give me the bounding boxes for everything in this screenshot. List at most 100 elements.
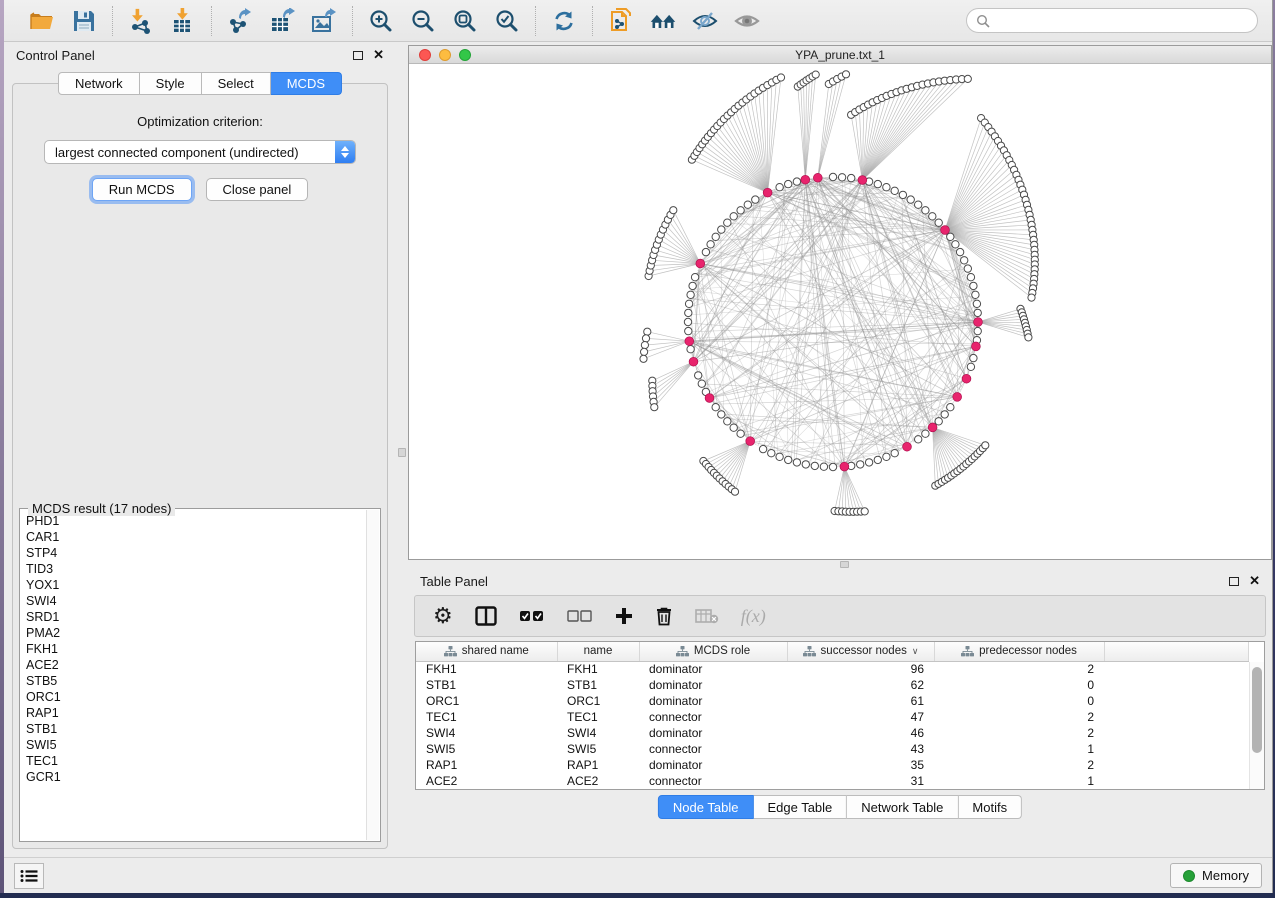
mcds-result-item[interactable]: ACE2: [26, 657, 366, 673]
table-cell[interactable]: ORC1: [557, 693, 639, 709]
table-row[interactable]: TEC1TEC1connector472: [416, 709, 1249, 725]
table-cell[interactable]: SWI5: [557, 741, 639, 757]
table-cell[interactable]: FKH1: [416, 661, 557, 677]
column-header-MCDS-role[interactable]: MCDS role: [639, 642, 787, 661]
criterion-dropdown[interactable]: largest connected component (undirected): [44, 140, 356, 164]
table-cell[interactable]: connector: [639, 789, 787, 790]
splitter-grip[interactable]: [398, 448, 406, 457]
memory-button[interactable]: Memory: [1170, 863, 1262, 888]
search-input[interactable]: [996, 14, 1248, 28]
table-cell[interactable]: dominator: [639, 725, 787, 741]
table-cell[interactable]: connector: [639, 709, 787, 725]
zoom-selected-icon[interactable]: [493, 7, 521, 35]
mcds-result-item[interactable]: STB1: [26, 721, 366, 737]
deselect-all-columns-icon[interactable]: [567, 601, 593, 631]
table-cell[interactable]: YOX1: [416, 789, 557, 790]
export-table-icon[interactable]: [268, 7, 296, 35]
mcds-result-item[interactable]: TID3: [26, 561, 366, 577]
table-cell[interactable]: TEC1: [557, 709, 639, 725]
table-cell[interactable]: SWI4: [416, 725, 557, 741]
tab-select[interactable]: Select: [202, 72, 271, 95]
hide-selected-icon[interactable]: [691, 7, 719, 35]
new-network-from-selection-icon[interactable]: [607, 7, 635, 35]
table-cell[interactable]: RAP1: [557, 757, 639, 773]
mcds-result-item[interactable]: RAP1: [26, 705, 366, 721]
mcds-result-item[interactable]: YOX1: [26, 577, 366, 593]
tab-edge-table[interactable]: Edge Table: [753, 795, 847, 819]
run-mcds-button[interactable]: Run MCDS: [92, 178, 192, 201]
apply-layout-icon[interactable]: [550, 7, 578, 35]
table-row[interactable]: FKH1FKH1dominator962: [416, 661, 1249, 677]
table-cell[interactable]: dominator: [639, 677, 787, 693]
table-cell[interactable]: connector: [639, 741, 787, 757]
table-row[interactable]: YOX1YOX1connector291: [416, 789, 1249, 790]
column-header-predecessor-nodes[interactable]: predecessor nodes: [934, 642, 1104, 661]
float-panel-icon[interactable]: [1229, 577, 1239, 586]
table-cell[interactable]: dominator: [639, 693, 787, 709]
select-all-columns-icon[interactable]: [519, 601, 545, 631]
table-cell[interactable]: FKH1: [557, 661, 639, 677]
tab-motifs[interactable]: Motifs: [958, 795, 1022, 819]
mcds-result-item[interactable]: CAR1: [26, 529, 366, 545]
tab-network-table[interactable]: Network Table: [847, 795, 958, 819]
mcds-result-item[interactable]: GCR1: [26, 769, 366, 785]
table-cell[interactable]: 1: [934, 773, 1104, 789]
show-columns-icon[interactable]: [475, 601, 497, 631]
tab-mcds[interactable]: MCDS: [271, 72, 342, 95]
table-cell[interactable]: 2: [934, 709, 1104, 725]
table-row[interactable]: RAP1RAP1dominator352: [416, 757, 1249, 773]
table-cell[interactable]: 31: [787, 773, 934, 789]
mcds-result-scrollbar[interactable]: [366, 510, 379, 840]
mcds-result-item[interactable]: FKH1: [26, 641, 366, 657]
table-cell[interactable]: RAP1: [416, 757, 557, 773]
table-cell[interactable]: 0: [934, 677, 1104, 693]
save-session-icon[interactable]: [70, 7, 98, 35]
mcds-result-item[interactable]: TEC1: [26, 753, 366, 769]
splitter-grip[interactable]: [840, 561, 849, 568]
zoom-fit-icon[interactable]: [451, 7, 479, 35]
table-cell[interactable]: 62: [787, 677, 934, 693]
task-history-button[interactable]: [14, 863, 44, 889]
table-cell[interactable]: 2: [934, 757, 1104, 773]
table-cell[interactable]: ORC1: [416, 693, 557, 709]
import-table-icon[interactable]: [169, 7, 197, 35]
mcds-result-item[interactable]: STB5: [26, 673, 366, 689]
table-row[interactable]: ORC1ORC1dominator610: [416, 693, 1249, 709]
import-network-icon[interactable]: [127, 7, 155, 35]
table-scrollbar[interactable]: [1249, 662, 1264, 789]
table-cell[interactable]: SWI5: [416, 741, 557, 757]
table-cell[interactable]: 46: [787, 725, 934, 741]
table-cell[interactable]: 96: [787, 661, 934, 677]
close-panel-button[interactable]: Close panel: [206, 178, 309, 201]
export-image-icon[interactable]: [310, 7, 338, 35]
network-graph[interactable]: [409, 64, 1271, 559]
tab-style[interactable]: Style: [140, 72, 202, 95]
network-view-titlebar[interactable]: YPA_prune.txt_1: [409, 46, 1271, 64]
table-cell[interactable]: connector: [639, 773, 787, 789]
column-header-name[interactable]: name: [557, 642, 639, 661]
table-row[interactable]: STB1STB1dominator620: [416, 677, 1249, 693]
open-file-icon[interactable]: [28, 7, 56, 35]
table-cell[interactable]: 1: [934, 789, 1104, 790]
table-cell[interactable]: 43: [787, 741, 934, 757]
table-cell[interactable]: 35: [787, 757, 934, 773]
column-header-shared-name[interactable]: shared name: [416, 642, 557, 661]
table-cell[interactable]: 29: [787, 789, 934, 790]
table-cell[interactable]: 47: [787, 709, 934, 725]
table-cell[interactable]: dominator: [639, 661, 787, 677]
zoom-in-icon[interactable]: [367, 7, 395, 35]
show-all-icon[interactable]: [733, 7, 761, 35]
mcds-result-item[interactable]: SWI4: [26, 593, 366, 609]
mcds-result-item[interactable]: PMA2: [26, 625, 366, 641]
table-cell[interactable]: STB1: [416, 677, 557, 693]
close-panel-icon[interactable]: ✕: [1249, 576, 1260, 586]
table-settings-icon[interactable]: ⚙: [433, 601, 453, 631]
table-cell[interactable]: YOX1: [557, 789, 639, 790]
table-row[interactable]: ACE2ACE2connector311: [416, 773, 1249, 789]
table-cell[interactable]: TEC1: [416, 709, 557, 725]
table-cell[interactable]: SWI4: [557, 725, 639, 741]
create-column-icon[interactable]: [615, 601, 633, 631]
mcds-result-item[interactable]: ORC1: [26, 689, 366, 705]
table-cell[interactable]: STB1: [557, 677, 639, 693]
mcds-result-list[interactable]: PHD1CAR1STP4TID3YOX1SWI4SRD1PMA2FKH1ACE2…: [26, 513, 366, 839]
